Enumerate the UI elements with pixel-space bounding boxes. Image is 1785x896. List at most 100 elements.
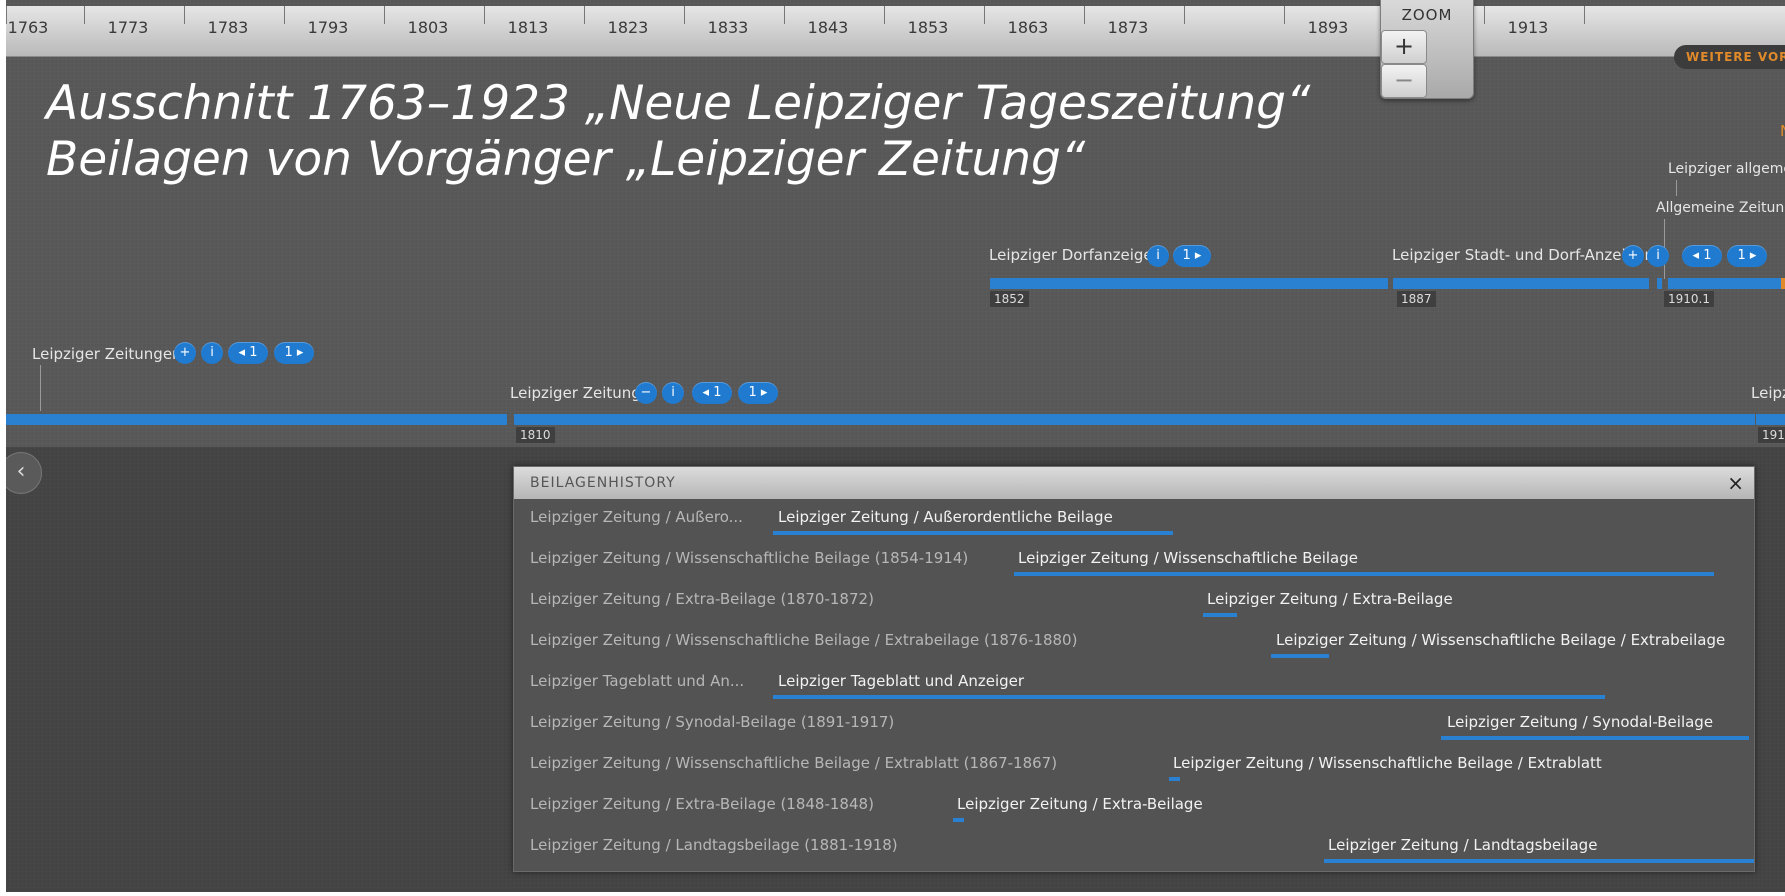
supplement-bar[interactable]	[1203, 613, 1237, 617]
supplement-name: Leipziger Zeitung / Synodal-Beilage (189…	[530, 713, 895, 731]
year-label: 1833	[707, 18, 749, 37]
supplement-name: Leipziger Zeitung / Landtagsbeilage (188…	[530, 836, 898, 854]
prev-edition-button[interactable]: ◂ 1	[1682, 245, 1722, 267]
paper-label-right-edge[interactable]: Leipz	[1751, 384, 1785, 402]
paper-label-leipziger-zeitungen[interactable]: Leipziger Zeitungen	[32, 345, 182, 363]
zoom-label: ZOOM	[1401, 6, 1453, 24]
supplement-bar-label[interactable]: Leipziger Zeitung / Landtagsbeilage	[1328, 836, 1597, 854]
page-title: Ausschnitt 1763–1923 „Neue Leipziger Tag…	[46, 76, 1310, 188]
year-label: 1813	[507, 18, 549, 37]
ruler-tick	[84, 6, 85, 24]
supplement-bar-label[interactable]: Leipziger Zeitung / Wissenschaftliche Be…	[1173, 754, 1602, 772]
zoom-in-button[interactable]: +	[1381, 30, 1427, 64]
ruler-tick	[484, 6, 485, 24]
supplement-bar[interactable]	[1324, 859, 1754, 863]
supplement-bar-label[interactable]: Leipziger Zeitung / Wissenschaftliche Be…	[1018, 549, 1358, 567]
next-edition-button[interactable]: 1 ▸	[738, 382, 778, 404]
list-item[interactable]: Leipziger Zeitung / Wissenschaftliche Be…	[514, 540, 1754, 581]
title-line-2: Beilagen von Vorgänger „Leipziger Zeitun…	[46, 132, 1086, 187]
year-label: 1873	[1107, 18, 1149, 37]
supplement-bar[interactable]	[773, 531, 1173, 535]
paper-label-allgemeine-zeitung[interactable]: Allgemeine Zeitung	[1656, 200, 1785, 216]
list-item[interactable]: Leipziger Tageblatt und An... Leipziger …	[514, 663, 1754, 704]
list-item[interactable]: Leipziger Zeitung / Landtagsbeilage (188…	[514, 827, 1754, 868]
paper-bar-dorfanzeiger[interactable]	[990, 278, 1388, 289]
paper-bar-leipziger-zeitung[interactable]	[514, 414, 1755, 425]
year-label: 1803	[407, 18, 449, 37]
year-label: 1863	[1007, 18, 1049, 37]
year-label: 1783	[207, 18, 249, 37]
list-item[interactable]: Leipziger Zeitung / Außero... Leipziger …	[514, 499, 1754, 540]
supplement-bar-label[interactable]: Leipziger Tageblatt und Anzeiger	[778, 672, 1024, 690]
supplement-bar[interactable]	[1014, 572, 1714, 576]
prev-edition-button[interactable]: ◂ 1	[692, 382, 732, 404]
year-ruler[interactable]: 1763 1773 1783 1793 1803 1813 1823 1833 …	[6, 6, 1785, 57]
supplement-name: Leipziger Tageblatt und An...	[530, 672, 745, 690]
year-label: 1843	[807, 18, 849, 37]
supplement-bar[interactable]	[1169, 777, 1180, 781]
info-button[interactable]: i	[1647, 245, 1669, 267]
year-badge: 1852	[990, 291, 1029, 307]
expand-button[interactable]: +	[174, 342, 196, 364]
year-badge: 1810	[516, 427, 555, 443]
supplement-bar[interactable]	[773, 695, 1605, 699]
orange-bar[interactable]	[1781, 278, 1785, 289]
list-item[interactable]: Leipziger Zeitung / Wissenschaftliche Be…	[514, 622, 1754, 663]
supplement-bar-label[interactable]: Leipziger Zeitung / Extra-Beilage	[1207, 590, 1453, 608]
paper-label-stadt-und-dorf-anzeiger[interactable]: Leipziger Stadt- und Dorf-Anzeiger	[1392, 246, 1651, 264]
list-item[interactable]: Leipziger Zeitung / Wissenschaftliche Be…	[514, 745, 1754, 786]
weitere-vorgaenger-tab[interactable]: WEITERE VORG	[1674, 45, 1785, 69]
expand-button[interactable]: +	[1622, 245, 1644, 267]
label-stem	[1676, 180, 1677, 196]
paper-label-dorfanzeiger[interactable]: Leipziger Dorfanzeiger	[989, 246, 1159, 264]
paper-label-leipziger-zeitung[interactable]: Leipziger Zeitung	[510, 384, 641, 402]
ruler-tick	[1584, 6, 1585, 24]
ruler-tick	[984, 6, 985, 24]
ruler-tick	[1084, 6, 1085, 24]
supplement-bar-label[interactable]: Leipziger Zeitung / Extra-Beilage	[957, 795, 1203, 813]
list-item[interactable]: Leipziger Zeitung / Extra-Beilage (1870-…	[514, 581, 1754, 622]
panel-header: BEILAGENHISTORY ×	[514, 467, 1754, 499]
supplement-bar-label[interactable]: Leipziger Zeitung / Wissenschaftliche Be…	[1276, 631, 1725, 649]
year-badge: 1910.1	[1664, 291, 1714, 307]
paper-bar-leipziger-zeitungen[interactable]	[6, 414, 507, 425]
next-edition-button[interactable]: 1 ▸	[274, 342, 314, 364]
paper-bar-right-edge[interactable]	[1756, 414, 1785, 425]
zoom-out-button[interactable]: −	[1381, 64, 1427, 98]
supplement-bar[interactable]	[1271, 654, 1329, 658]
supplement-name: Leipziger Zeitung / Extra-Beilage (1870-…	[530, 590, 874, 608]
ruler-tick	[684, 6, 685, 24]
year-badge: 1887	[1397, 291, 1436, 307]
year-label: 1793	[307, 18, 349, 37]
paper-bar-stadt-und-dorf-anzeiger[interactable]	[1393, 278, 1649, 289]
year-label: 1853	[907, 18, 949, 37]
paper-bar-allgemeine[interactable]	[1668, 278, 1785, 289]
supplement-bar[interactable]	[953, 818, 964, 822]
paper-label-allgemeiner[interactable]: Leipziger allgemei	[1668, 161, 1785, 177]
list-item[interactable]: Leipziger Zeitung / Synodal-Beilage (189…	[514, 704, 1754, 745]
supplement-name: Leipziger Zeitung / Wissenschaftliche Be…	[530, 631, 1078, 649]
supplement-name: Leipziger Zeitung / Wissenschaftliche Be…	[530, 754, 1058, 772]
title-line-1: Ausschnitt 1763–1923 „Neue Leipziger Tag…	[46, 76, 1311, 131]
close-icon[interactable]: ×	[1727, 471, 1744, 495]
next-edition-button[interactable]: 1 ▸	[1727, 245, 1767, 267]
collapse-button[interactable]: −	[635, 382, 657, 404]
panel-title: BEILAGENHISTORY	[530, 475, 676, 491]
ruler-tick	[384, 6, 385, 24]
year-label: 1823	[607, 18, 649, 37]
timeline-stage[interactable]: 1763 1773 1783 1793 1803 1813 1823 1833 …	[6, 0, 1785, 892]
next-edition-button[interactable]: 1 ▸	[1173, 245, 1211, 267]
ruler-tick	[284, 6, 285, 24]
supplement-bar-label[interactable]: Leipziger Zeitung / Außerordentliche Bei…	[778, 508, 1113, 526]
prev-edition-button[interactable]: ◂ 1	[228, 342, 268, 364]
year-label: 1763	[7, 18, 49, 37]
supplement-bar[interactable]	[1441, 736, 1749, 740]
info-button[interactable]: i	[201, 342, 223, 364]
list-item[interactable]: Leipziger Zeitung / Extra-Beilage (1848-…	[514, 786, 1754, 827]
supplement-bar-label[interactable]: Leipziger Zeitung / Synodal-Beilage	[1447, 713, 1713, 731]
paper-bar-short[interactable]	[1657, 278, 1662, 289]
info-button[interactable]: i	[1147, 245, 1169, 267]
supplement-name: Leipziger Zeitung / Wissenschaftliche Be…	[530, 549, 969, 567]
info-button[interactable]: i	[662, 382, 684, 404]
year-badge: 1919	[1758, 427, 1785, 443]
